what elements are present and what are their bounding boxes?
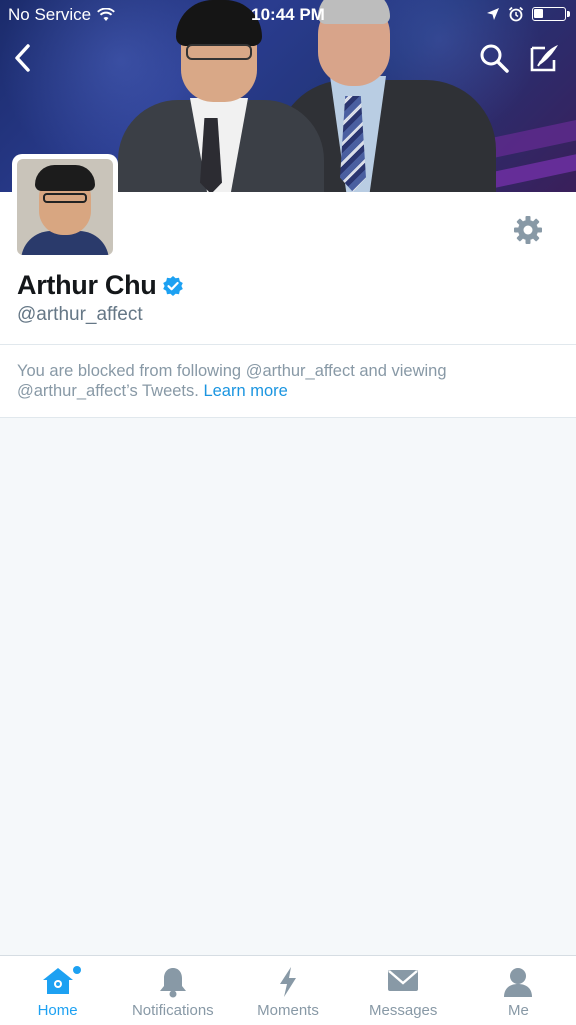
settings-gear-icon[interactable] xyxy=(512,214,544,246)
tab-me-label: Me xyxy=(507,1002,529,1019)
location-arrow-icon xyxy=(487,8,499,20)
avatar-hair xyxy=(35,165,95,191)
alarm-clock-icon xyxy=(508,6,524,22)
person-icon xyxy=(504,968,533,997)
verified-badge-icon xyxy=(163,275,184,296)
avatar-image xyxy=(17,159,113,255)
status-bar-right xyxy=(486,6,570,22)
tab-messages-label: Messages xyxy=(369,1002,438,1019)
home-icon xyxy=(42,968,73,994)
search-icon[interactable] xyxy=(478,42,510,74)
bottom-tab-bar: Home Notifications Moments Messages Me xyxy=(0,955,576,1025)
tab-home-label: Home xyxy=(37,1002,78,1019)
battery-icon xyxy=(532,7,570,21)
status-bar: No Service 10:44 PM xyxy=(0,0,576,30)
tab-notifications[interactable]: Notifications xyxy=(115,956,230,1025)
blocked-notice-text: You are blocked from following @arthur_a… xyxy=(17,361,557,401)
tab-me[interactable]: Me xyxy=(461,956,576,1025)
profile-avatar[interactable] xyxy=(12,154,118,260)
tab-messages[interactable]: Messages xyxy=(346,956,461,1025)
back-chevron-icon[interactable] xyxy=(8,40,40,76)
blocked-notice: You are blocked from following @arthur_a… xyxy=(0,345,576,418)
learn-more-link[interactable]: Learn more xyxy=(203,382,287,400)
bell-icon xyxy=(159,968,186,998)
banner-person-glasses xyxy=(186,44,252,60)
tab-moments-label: Moments xyxy=(257,1002,319,1019)
avatar-glasses xyxy=(43,193,87,203)
profile-name: Arthur Chu xyxy=(17,270,157,300)
compose-tweet-icon[interactable] xyxy=(528,42,562,74)
lightning-icon xyxy=(280,967,296,997)
profile-handle: @arthur_affect xyxy=(17,304,143,325)
envelope-icon xyxy=(388,970,419,991)
tab-notifications-label: Notifications xyxy=(131,1002,214,1019)
new-tweets-dot xyxy=(73,966,81,974)
profile-name-row: Arthur Chu xyxy=(17,270,184,301)
tab-moments[interactable]: Moments xyxy=(230,956,345,1025)
tab-home[interactable]: Home xyxy=(0,956,115,1025)
